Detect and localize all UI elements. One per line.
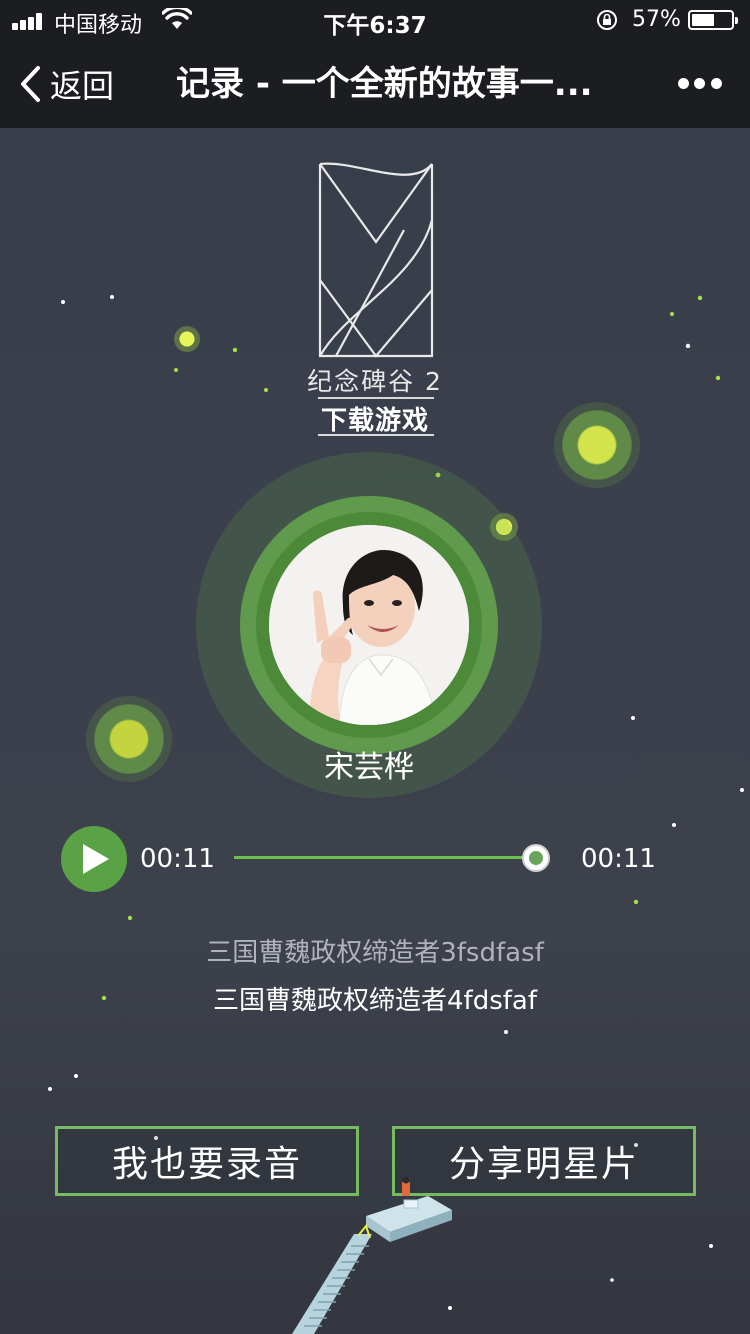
battery-percent: 57% [632,7,681,32]
status-bar: 中国移动 下午6:37 57% [0,0,750,40]
celebrity-photo [269,525,469,725]
back-label: 返回 [50,67,115,105]
back-button[interactable]: 返回 [18,62,114,106]
star-name: 宋芸桦 [324,750,414,785]
staircase-illustration [292,1176,452,1334]
download-underline [318,434,434,436]
current-time: 00:11 [140,844,215,874]
logo-divider [318,397,434,399]
download-game-link[interactable]: 下载游戏 [300,400,450,437]
nav-bar: 返回 记录 - 一个全新的故事一... [0,40,750,128]
progress-fill [234,856,536,859]
more-icon[interactable] [676,76,724,92]
back-chevron-icon [21,66,40,102]
glow-orb [174,326,200,352]
play-icon [83,844,109,874]
orientation-lock-icon [597,10,617,30]
page-title: 记录 - 一个全新的故事一... [176,64,593,104]
progress-handle[interactable] [522,844,550,872]
battery-level [692,14,714,26]
game-logo-text: 纪念碑谷 2 [307,367,443,396]
progress-bar[interactable] [234,844,550,872]
glow-orb [86,696,172,782]
play-button[interactable] [61,826,127,892]
total-time: 00:11 [581,844,656,874]
glow-orb [554,402,640,488]
lyric-line-current: 三国曹魏政权缔造者4fdsfaf [213,986,537,1016]
battery-icon [688,10,738,30]
lyric-line: 三国曹魏政权缔造者3fsdfasf [206,938,544,968]
avatar [269,525,469,725]
monument-valley-logo-icon[interactable] [316,160,436,360]
